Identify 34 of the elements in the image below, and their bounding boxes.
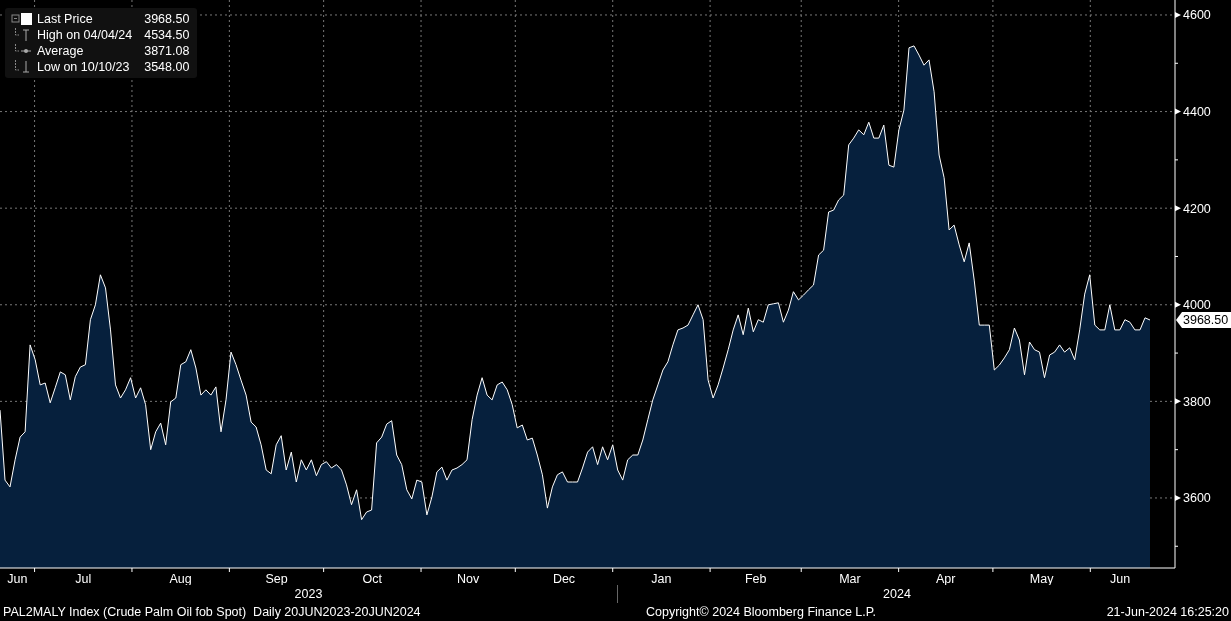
axis-label: Sep (265, 572, 288, 585)
legend-label: Last Price (37, 11, 94, 27)
axis-label: Mar (839, 572, 861, 585)
copyright-text: Copyright© 2024 Bloomberg Finance L.P. (646, 605, 877, 619)
axis-label: Jul (75, 572, 92, 585)
legend-value: 4534.50 (143, 27, 190, 43)
axis-label: Dec (552, 572, 576, 585)
timestamp: 21-Jun-2024 16:25:20 (1106, 605, 1229, 619)
axis-label: Feb (744, 572, 767, 585)
axis-label: Aug (169, 572, 192, 585)
legend-value: 3968.50 (143, 11, 190, 27)
year-label: 2024 (883, 587, 911, 601)
axis-label: Apr (936, 572, 956, 585)
legend-label: Average (37, 43, 85, 59)
axis-label: Jun (1110, 572, 1131, 585)
axis-label: 4200 (1183, 201, 1211, 216)
legend-label: Low on 10/10/23 (37, 59, 131, 75)
axis-label: 3800 (1183, 394, 1211, 409)
axis-label: Oct (362, 572, 383, 585)
axis-label: Nov (457, 572, 480, 585)
axis-label: Jun (7, 572, 28, 585)
legend-value: 3548.00 (143, 59, 190, 75)
axis-label: 4400 (1183, 105, 1211, 120)
year-label: 2023 (294, 587, 323, 601)
security-description: PAL2MALY Index (Crude Palm Oil fob Spot) Daily 20JUN2023-20JUN2024 (3, 605, 422, 619)
legend-label: High on 04/04/24 (37, 27, 133, 43)
axis-label: May (1029, 572, 1054, 585)
axis-label: 4000 (1183, 298, 1211, 313)
price-tag: 3968.50 (1176, 312, 1231, 328)
axis-label: 4600 (1183, 8, 1211, 23)
legend-square-icon (11, 12, 33, 26)
legend-value: 3871.08 (143, 43, 190, 59)
axis-label: 3600 (1183, 491, 1211, 506)
axis-label: Jan (651, 572, 672, 585)
